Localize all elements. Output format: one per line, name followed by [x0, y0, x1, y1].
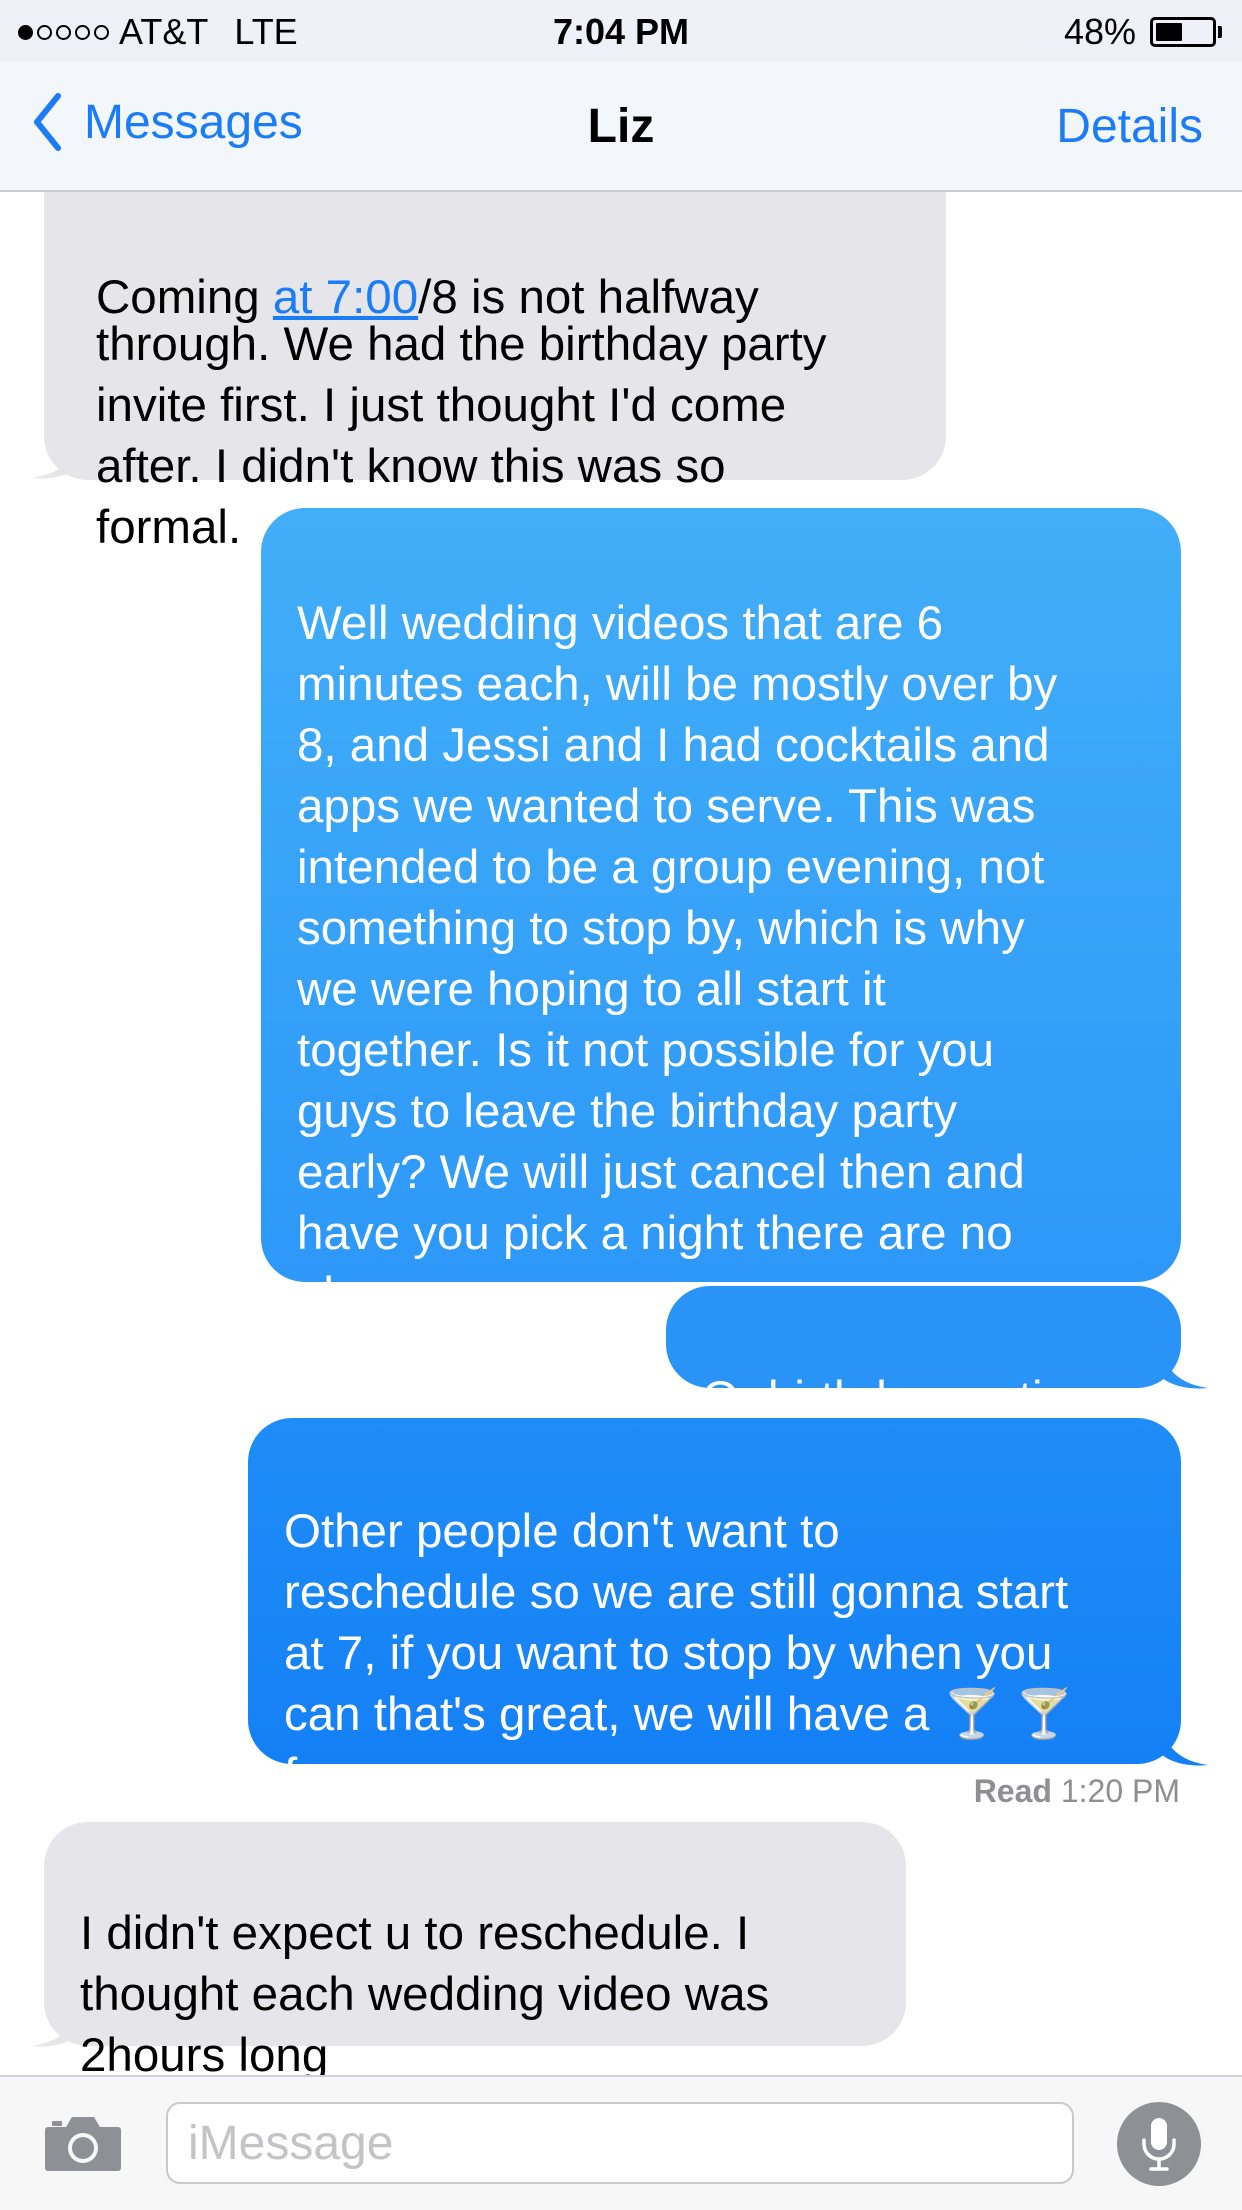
- read-receipt-label: Read: [973, 1773, 1052, 1809]
- microphone-icon: [1142, 2118, 1176, 2171]
- imessage-input[interactable]: [166, 2102, 1074, 2184]
- bubble-tail: [1160, 1350, 1208, 1389]
- message-text: I didn't expect u to reschedule. I thoug…: [80, 1907, 770, 2075]
- navigation-bar: Messages Liz Details: [0, 62, 1242, 192]
- battery-status: 48%: [1064, 11, 1222, 53]
- message-bubble-incoming[interactable]: I didn't expect u to reschedule. I thoug…: [44, 1822, 906, 2075]
- details-button[interactable]: Details: [1056, 99, 1203, 154]
- battery-percent: 48%: [1063, 11, 1136, 52]
- camera-icon[interactable]: [44, 2113, 122, 2173]
- message-bubble-outgoing[interactable]: Or birthday parties: [666, 1286, 1181, 1425]
- message-input-bar: [0, 2075, 1242, 2210]
- message-bubble-outgoing[interactable]: Well wedding videos that are 6 minutes e…: [261, 508, 1181, 1321]
- message-thread: Coming at 7:00/8 is not halfway through.…: [0, 0, 1242, 2075]
- bubble-tail: [1160, 1727, 1208, 1766]
- microphone-button[interactable]: [1117, 2102, 1201, 2186]
- read-receipt-time: 1:20 PM: [1060, 1773, 1180, 1809]
- message-bubble-outgoing[interactable]: Other people don't want to reschedule so…: [248, 1418, 1181, 1802]
- message-clipped-line: Coming at 7:00/8 is not halfway: [96, 271, 759, 324]
- bubble-tail: [32, 2008, 80, 2047]
- bubble-tail: [32, 440, 80, 479]
- message-text: Other people don't want to reschedule so…: [284, 1505, 1075, 1802]
- battery-icon: [1150, 17, 1216, 47]
- status-bar: AT&T LTE 7:04 PM 48%: [0, 0, 1242, 62]
- status-time: 7:04 PM: [552, 11, 690, 52]
- message-text: Well wedding videos that are 6 minutes e…: [297, 597, 1058, 1321]
- read-receipt: Read 1:20 PM: [974, 1773, 1180, 1810]
